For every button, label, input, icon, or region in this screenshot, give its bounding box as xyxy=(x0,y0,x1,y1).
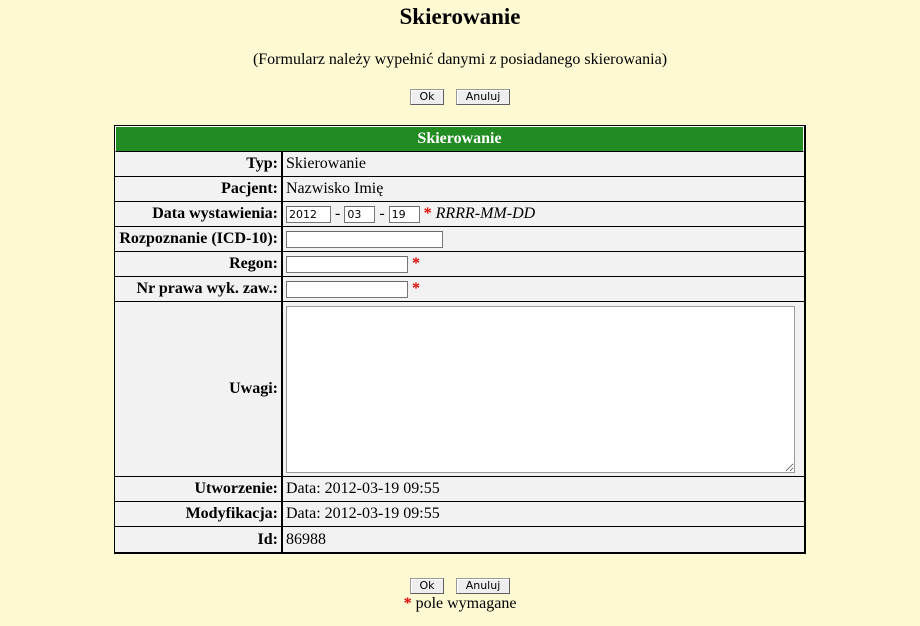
patient-label: Pacjent: xyxy=(115,177,283,202)
required-asterisk: * xyxy=(412,255,420,272)
id-value: 86988 xyxy=(283,527,804,552)
license-value: * xyxy=(283,277,804,302)
modified-label: Modyfikacja: xyxy=(115,502,283,527)
issue-date-day-input[interactable] xyxy=(388,205,420,223)
row-license: Nr prawa wyk. zaw.: * xyxy=(115,277,804,302)
page-subtitle: (Formularz należy wypełnić danymi z posi… xyxy=(252,51,668,68)
diagnosis-value xyxy=(283,227,804,252)
required-field-note: * pole wymagane xyxy=(0,595,920,613)
cancel-button-bottom[interactable]: Anuluj xyxy=(456,578,510,594)
regon-label: Regon: xyxy=(115,252,283,277)
date-separator: - xyxy=(335,205,341,222)
date-format-hint: RRRR-MM-DD xyxy=(435,205,536,222)
row-notes: Uwagi: xyxy=(115,302,804,477)
regon-value: * xyxy=(283,252,804,277)
license-label: Nr prawa wyk. zaw.: xyxy=(115,277,283,302)
row-modified: Modyfikacja: Data: 2012-03-19 09:55 xyxy=(115,502,804,527)
regon-input[interactable] xyxy=(286,255,408,273)
row-issue-date: Data wystawienia: - - * RRRR-MM-DD xyxy=(115,202,804,227)
row-diagnosis: Rozpoznanie (ICD-10): xyxy=(115,227,804,252)
top-button-row: Ok Anuluj xyxy=(0,89,920,105)
row-created: Utworzenie: Data: 2012-03-19 09:55 xyxy=(115,477,804,502)
id-label: Id: xyxy=(115,527,283,552)
referral-form-table: Skierowanie Typ: Skierowanie Pacjent: Na… xyxy=(114,125,806,554)
created-label: Utworzenie: xyxy=(115,477,283,502)
row-type: Typ: Skierowanie xyxy=(115,152,804,177)
required-note-text: pole wymagane xyxy=(411,595,517,612)
notes-label: Uwagi: xyxy=(115,302,283,477)
issue-date-label: Data wystawienia: xyxy=(115,202,283,227)
type-label: Typ: xyxy=(115,152,283,177)
cancel-button-top[interactable]: Anuluj xyxy=(456,89,510,105)
notes-value xyxy=(283,302,804,477)
ok-button-bottom[interactable]: Ok xyxy=(410,578,444,594)
ok-button-top[interactable]: Ok xyxy=(410,89,444,105)
required-asterisk: * xyxy=(412,280,420,297)
row-patient: Pacjent: Nazwisko Imię xyxy=(115,177,804,202)
row-regon: Regon: * xyxy=(115,252,804,277)
patient-value: Nazwisko Imię xyxy=(283,177,804,202)
type-value: Skierowanie xyxy=(283,152,804,177)
row-id: Id: 86988 xyxy=(115,527,804,552)
notes-textarea[interactable] xyxy=(286,306,795,473)
form-header: Skierowanie xyxy=(115,126,804,152)
created-value: Data: 2012-03-19 09:55 xyxy=(283,477,804,502)
modified-value: Data: 2012-03-19 09:55 xyxy=(283,502,804,527)
date-separator: - xyxy=(379,205,385,222)
required-asterisk: * xyxy=(403,595,412,612)
issue-date-value: - - * RRRR-MM-DD xyxy=(283,202,804,227)
issue-date-month-input[interactable] xyxy=(344,205,376,223)
bottom-button-row: Ok Anuluj xyxy=(0,578,920,594)
page-title: Skierowanie xyxy=(399,4,521,29)
issue-date-year-input[interactable] xyxy=(286,205,331,223)
required-asterisk: * xyxy=(423,205,432,222)
diagnosis-input[interactable] xyxy=(286,230,443,248)
license-number-input[interactable] xyxy=(286,280,408,298)
diagnosis-label: Rozpoznanie (ICD-10): xyxy=(115,227,283,252)
